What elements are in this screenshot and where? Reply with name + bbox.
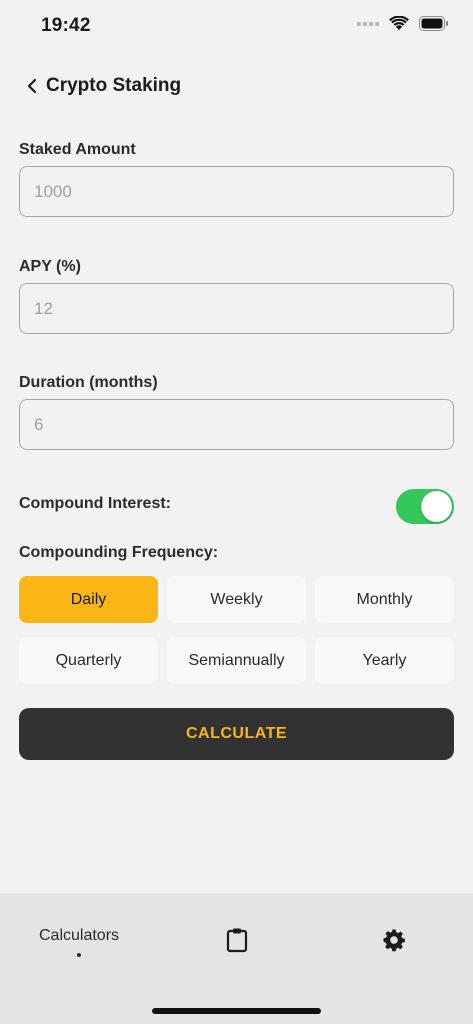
frequency-weekly-button[interactable]: Weekly: [167, 576, 306, 623]
apy-label: APY (%): [19, 258, 81, 275]
staked-amount-input[interactable]: [19, 166, 454, 217]
frequency-daily-button[interactable]: Daily: [19, 576, 158, 623]
clipboard-icon: [226, 928, 248, 953]
tab-calculators-label: Calculators: [38, 927, 120, 944]
active-tab-indicator: [77, 953, 81, 957]
frequency-yearly-button[interactable]: Yearly: [315, 637, 454, 684]
toggle-knob: [421, 491, 452, 522]
status-bar: 19:42: [0, 0, 473, 52]
compound-interest-toggle[interactable]: [396, 489, 454, 524]
tab-clipboard[interactable]: [222, 925, 252, 955]
battery-icon: [419, 16, 448, 31]
staked-amount-label: Staked Amount: [19, 141, 136, 158]
frequency-monthly-button[interactable]: Monthly: [315, 576, 454, 623]
apy-input[interactable]: [19, 283, 454, 334]
frequency-semiannually-button[interactable]: Semiannually: [167, 637, 306, 684]
tab-settings[interactable]: [379, 925, 409, 955]
compounding-frequency-label: Compounding Frequency:: [19, 544, 219, 561]
navigation-header: Crypto Staking: [18, 70, 181, 102]
status-icons: [357, 16, 449, 31]
duration-label: Duration (months): [19, 374, 158, 391]
chevron-left-icon: [27, 78, 37, 94]
duration-input[interactable]: [19, 399, 454, 450]
wifi-icon: [389, 16, 409, 30]
home-indicator: [152, 1008, 321, 1014]
back-button[interactable]: [18, 70, 46, 102]
compound-interest-label: Compound Interest:: [19, 495, 171, 512]
status-time: 19:42: [41, 15, 91, 36]
calculate-button[interactable]: CALCULATE: [19, 708, 454, 760]
frequency-quarterly-button[interactable]: Quarterly: [19, 637, 158, 684]
tab-bar: Calculators: [0, 893, 473, 1024]
tab-calculators[interactable]: Calculators: [26, 927, 132, 957]
cellular-signal-icon: [357, 21, 379, 26]
gear-icon: [383, 929, 405, 952]
page-title: Crypto Staking: [46, 75, 182, 96]
